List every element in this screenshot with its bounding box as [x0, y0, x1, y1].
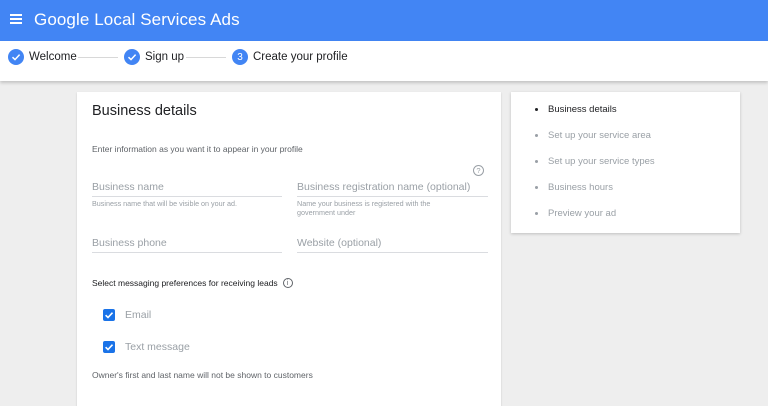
hamburger-menu-icon[interactable] [10, 14, 22, 24]
nav-item-label: Set up your service types [548, 156, 655, 167]
step-create-profile[interactable]: 3 Create your profile [232, 48, 348, 66]
bullet-icon [535, 160, 538, 163]
nav-item-preview-ad[interactable]: Preview your ad [535, 208, 616, 219]
brand-google: Google [34, 10, 90, 29]
owner-name-note: Owner's first and last name will not be … [92, 370, 313, 380]
checkbox-checked-icon[interactable] [103, 309, 115, 321]
business-details-card: Business details Enter information as yo… [77, 92, 501, 406]
business-phone-placeholder: Business phone [92, 237, 167, 249]
nav-item-label: Business hours [548, 182, 613, 193]
nav-item-business-hours[interactable]: Business hours [535, 182, 613, 193]
bullet-icon [535, 134, 538, 137]
step-number: 3 [232, 49, 248, 65]
nav-item-label: Business details [548, 104, 617, 115]
check-icon [124, 49, 140, 65]
input-underline [92, 196, 282, 197]
text-message-checkbox[interactable]: Text message [103, 341, 190, 353]
profile-steps-nav: Business details Set up your service are… [511, 92, 740, 233]
help-icon[interactable]: ? [473, 165, 484, 176]
input-underline [297, 196, 488, 197]
step-sign-up[interactable]: Sign up [124, 48, 184, 66]
step-label: Welcome [29, 51, 77, 63]
check-icon [8, 49, 24, 65]
step-label: Create your profile [253, 51, 348, 63]
checkbox-checked-icon[interactable] [103, 341, 115, 353]
info-icon[interactable]: i [282, 278, 293, 288]
nav-item-service-types[interactable]: Set up your service types [535, 156, 655, 167]
messaging-preferences-label: Select messaging preferences for receivi… [92, 278, 293, 288]
messaging-label-text: Select messaging preferences for receivi… [92, 278, 278, 288]
step-connector [78, 57, 118, 58]
progress-stepper: Welcome Sign up 3 Create your profile [0, 41, 768, 81]
app-header: Google Local Services Ads [0, 0, 768, 41]
nav-item-label: Preview your ad [548, 208, 617, 219]
step-label: Sign up [145, 51, 185, 63]
nav-item-label: Set up your service area [548, 130, 651, 141]
input-underline [297, 252, 488, 253]
step-welcome[interactable]: Welcome [8, 48, 77, 66]
brand-product: Local Services Ads [94, 10, 240, 29]
intro-text: Enter information as you want it to appe… [92, 144, 303, 154]
registration-name-hint: Name your business is registered with th… [297, 199, 431, 217]
website-placeholder: Website (optional) [297, 237, 382, 249]
app-title: Google Local Services Ads [34, 10, 240, 30]
business-phone-field[interactable]: Business phone [92, 237, 282, 253]
registration-name-placeholder: Business registration name (optional) [297, 181, 471, 193]
bullet-icon [535, 108, 538, 111]
business-name-hint: Business name that will be visible on yo… [92, 199, 238, 208]
business-name-field[interactable]: Business name Business name that will be… [92, 181, 282, 208]
bullet-icon [535, 212, 538, 215]
email-label: Email [125, 309, 152, 321]
bullet-icon [535, 186, 538, 189]
business-name-placeholder: Business name [92, 181, 164, 193]
card-title: Business details [92, 103, 197, 119]
input-underline [92, 252, 282, 253]
email-checkbox[interactable]: Email [103, 309, 151, 321]
website-field[interactable]: Website (optional) [297, 237, 488, 253]
nav-item-service-area[interactable]: Set up your service area [535, 130, 651, 141]
text-message-label: Text message [125, 341, 190, 353]
registration-name-field[interactable]: Business registration name (optional) Na… [297, 181, 488, 217]
nav-item-business-details[interactable]: Business details [535, 104, 617, 115]
step-connector [186, 57, 226, 58]
